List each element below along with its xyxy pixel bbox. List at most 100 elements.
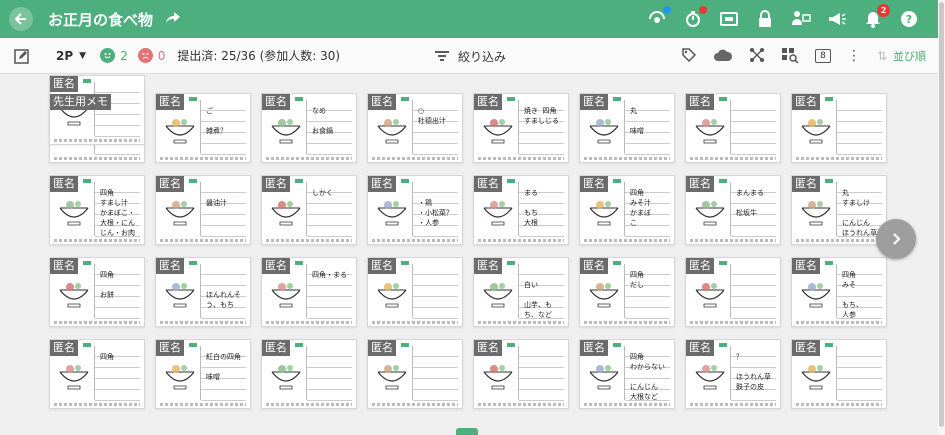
submission-card[interactable]: 匿名 醤油汁 — [155, 175, 251, 245]
submission-card[interactable]: 匿名 ほんれんそ う、もち — [155, 257, 251, 327]
submission-card[interactable]: 匿名 — [261, 339, 357, 409]
back-button[interactable] — [0, 0, 42, 38]
help-icon[interactable]: ? — [898, 8, 920, 30]
timer-help-icon[interactable] — [646, 6, 671, 30]
page-mode-select[interactable]: 2P ▼ — [56, 49, 86, 63]
next-page-button[interactable] — [876, 219, 916, 259]
edit-note-icon[interactable] — [14, 48, 30, 64]
bottom-handle[interactable] — [456, 428, 478, 435]
card-footer — [54, 157, 140, 160]
worksheet-lines — [306, 346, 352, 401]
submission-card[interactable]: 匿名 四角・まる — [261, 257, 357, 327]
submitted-indicator — [507, 179, 515, 183]
card-footer — [584, 403, 670, 406]
submission-card[interactable]: 匿名 四角 みそ もち、 人参 — [791, 257, 887, 327]
card-footer — [690, 403, 776, 406]
submitted-indicator — [719, 97, 727, 101]
grid-size-button[interactable]: 8 — [814, 49, 831, 63]
card-answer-text: まる もち 大根 — [524, 189, 538, 227]
drawing-sketch — [480, 354, 516, 394]
submission-card[interactable]: 匿名 まる もち 大根 — [473, 175, 569, 245]
card-footer — [160, 321, 246, 324]
submission-card[interactable]: 匿名 — [367, 257, 463, 327]
submission-card[interactable]: 匿名 四角 すまし汁 かまぼこ・ 大根・にん じん・お肉 — [49, 175, 145, 245]
drawing-sketch — [798, 272, 834, 312]
card-answer-text: なめ お食鍋 — [312, 107, 333, 135]
submission-card[interactable]: 匿名 — [685, 93, 781, 163]
submission-card[interactable]: 匿名 四角 みそ汁 かまぼ こ — [579, 175, 675, 245]
submission-card[interactable]: 匿名 四角 だし — [579, 257, 675, 327]
submission-card[interactable]: 匿名 白い 山芋、も ち、など — [473, 257, 569, 327]
notification-bell-icon[interactable]: 2 — [862, 4, 890, 30]
card-author-tag: 匿名 — [262, 94, 290, 110]
card-author-tag: 匿名 — [156, 176, 184, 192]
lock-icon[interactable] — [754, 8, 776, 30]
submission-card[interactable]: 匿名 四角 わからない にんじん 大根など — [579, 339, 675, 409]
sort-button[interactable]: ⇅ 並び順 — [877, 48, 926, 64]
card-footer — [266, 239, 352, 242]
card-footer — [54, 403, 140, 406]
card-footer — [796, 321, 882, 324]
drawing-sketch — [268, 108, 304, 148]
submission-card[interactable]: 匿名ご 雑煮？ — [155, 93, 251, 163]
submission-card[interactable]: 匿名 — [473, 339, 569, 409]
good-reaction[interactable]: 2 — [100, 48, 128, 63]
share-icon[interactable] — [165, 10, 181, 29]
submission-card[interactable]: 匿名 — [791, 93, 887, 163]
more-vert-icon[interactable]: ⋮ — [847, 48, 861, 64]
drawing-sketch — [268, 190, 304, 230]
card-author-tag: 匿名 — [156, 340, 184, 356]
submission-card[interactable]: 匿名 ・鶏 ・小松菜？ ・人参 — [367, 175, 463, 245]
presenter-icon[interactable] — [790, 8, 812, 30]
submission-card[interactable]: 匿名 四角 — [49, 339, 145, 409]
filter-button[interactable]: 絞り込み — [434, 38, 506, 74]
submission-card[interactable]: 匿名 — [49, 75, 145, 145]
card-answer-text: しかく — [312, 189, 333, 197]
card-author-tag: 匿名 — [368, 340, 396, 356]
megaphone-icon[interactable] — [826, 8, 848, 30]
grid-search-icon[interactable] — [781, 47, 799, 66]
sort-label: 並び順 — [893, 50, 926, 63]
submission-card[interactable]: 匿名丸 すましけ にんじん ほうれん草 — [791, 175, 887, 245]
card-answer-text: 丸 味噌 — [630, 107, 644, 135]
screen-share-icon[interactable] — [718, 8, 740, 30]
stopwatch-icon[interactable] — [682, 6, 707, 30]
card-author-tag: 匿名 — [368, 176, 396, 192]
tag-icon[interactable] — [681, 47, 697, 66]
svg-text:?: ? — [906, 13, 912, 26]
submission-card[interactable]: 匿名なめ お食鍋 — [261, 93, 357, 163]
submission-card[interactable]: 匿名 ？ ほうれん草 麩子の皮 — [685, 339, 781, 409]
card-author-tag: 匿名 — [686, 94, 714, 110]
submission-card[interactable]: 匿名 ○ 杜德出汁 — [367, 93, 463, 163]
submission-card[interactable]: 匿名 — [791, 339, 887, 409]
submission-card[interactable]: 匿名 焼き 四角 すましじる — [473, 93, 569, 163]
drawing-sketch — [56, 272, 92, 312]
drawing-sketch — [374, 108, 410, 148]
submission-card[interactable]: 匿名丸 味噌 — [579, 93, 675, 163]
submitted-indicator — [401, 97, 409, 101]
submission-card[interactable]: 匿名 しかく — [261, 175, 357, 245]
drawing-sketch — [586, 190, 622, 230]
card-footer — [478, 239, 564, 242]
card-author-tag: 匿名 — [792, 176, 820, 192]
submission-card[interactable]: 匿名 まんまる 松坂牛 — [685, 175, 781, 245]
vertical-scrollbar[interactable] — [938, 0, 945, 435]
card-author-tag: 匿名 — [50, 258, 78, 274]
card-answer-text: ○ 杜德出汁 — [418, 107, 446, 125]
card-author-tag: 匿名 — [474, 258, 502, 274]
bad-reaction[interactable]: 0 — [137, 48, 165, 63]
card-footer — [54, 139, 140, 142]
drawing-sketch — [56, 354, 92, 394]
network-icon[interactable] — [749, 47, 765, 66]
submission-card[interactable]: 匿名 紅白の四角 味噌 — [155, 339, 251, 409]
card-footer — [266, 403, 352, 406]
submission-card[interactable]: 匿名 四角 お餅 — [49, 257, 145, 327]
cloud-abc-icon[interactable] — [713, 48, 733, 65]
submitted-indicator — [83, 79, 91, 83]
submission-card[interactable]: 匿名 — [367, 339, 463, 409]
card-footer — [478, 157, 564, 160]
card-author-tag: 匿名 — [156, 258, 184, 274]
card-answer-text: ・鶏 ・小松菜？ ・人参 — [418, 199, 453, 227]
worksheet-lines — [730, 100, 776, 155]
submission-card[interactable]: 匿名 — [685, 257, 781, 327]
